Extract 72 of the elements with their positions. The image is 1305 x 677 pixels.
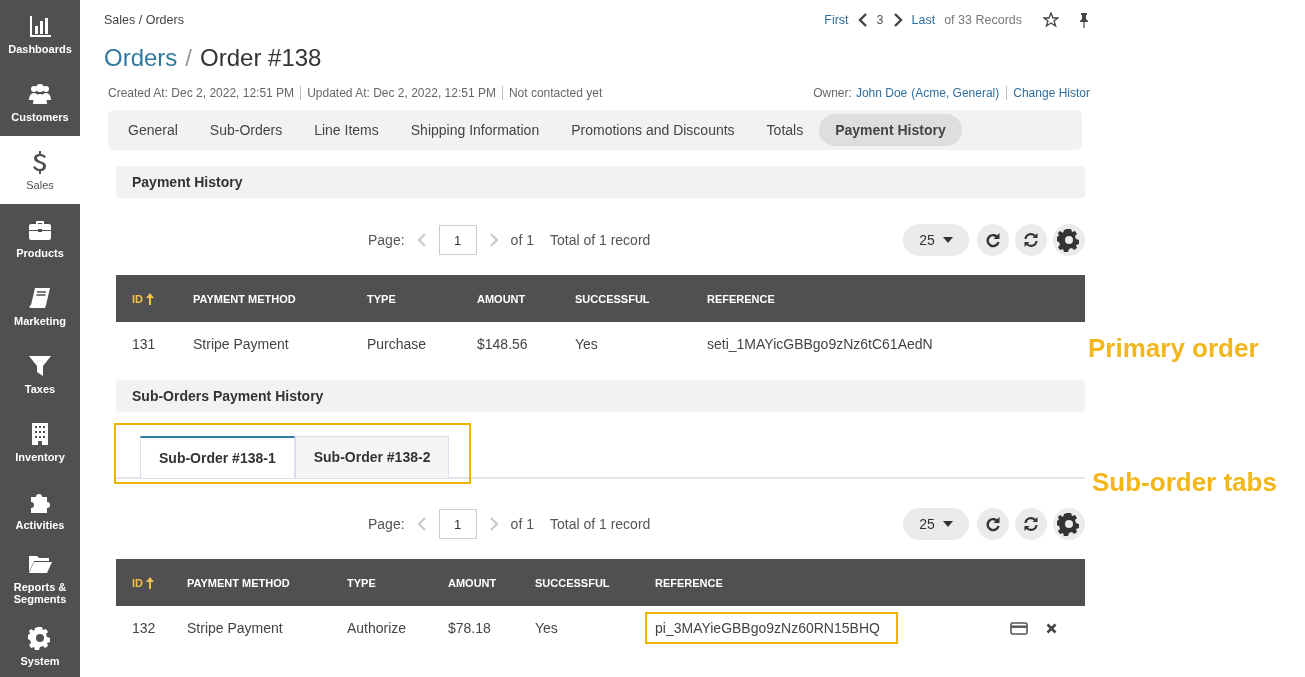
first-link[interactable]: First <box>824 13 849 27</box>
sidebar-item[interactable]: Inventory <box>0 408 80 476</box>
section-header: Payment History <box>116 166 1085 198</box>
sidebar-item[interactable]: Dashboards <box>0 0 80 68</box>
page-label: Page: <box>368 232 405 248</box>
table-cell-text: $78.18 <box>447 620 492 636</box>
table-cell-text: 132 <box>131 620 157 636</box>
orders-link[interactable]: Orders <box>104 44 178 72</box>
tab[interactable]: Shipping Information <box>394 114 556 146</box>
column-header[interactable]: TYPE <box>331 576 432 589</box>
column-header[interactable]: TYPE <box>351 292 461 305</box>
page-size-dropdown[interactable]: 25 <box>903 224 969 256</box>
meta-info: Updated At: Dec 2, 2022, 12:51 PM <box>300 86 496 100</box>
tab[interactable]: Sub-Orders <box>193 114 299 146</box>
record-total: Total of 1 record <box>549 516 651 532</box>
section-header: Sub-Orders Payment History <box>116 380 1085 412</box>
table-cell-text: Yes <box>574 336 599 352</box>
column-header[interactable]: ID <box>116 292 177 305</box>
page-input[interactable]: 1 <box>438 509 477 539</box>
owner-link[interactable]: John Doe <box>855 86 908 100</box>
sidebar-item[interactable]: Taxes <box>0 340 80 408</box>
tab[interactable]: Line Items <box>298 114 395 146</box>
sub-order-tab[interactable]: Sub-Order #138-1 <box>140 436 295 479</box>
sidebar-item[interactable]: Products <box>0 204 80 272</box>
sidebar-item[interactable]: Sales <box>0 136 80 204</box>
record-number: 3 <box>876 13 884 27</box>
column-header[interactable]: ID <box>116 576 171 589</box>
column-header[interactable]: SUCCESSFUL <box>519 576 639 589</box>
page-size-dropdown[interactable]: 25 <box>903 508 969 540</box>
table-cell-text: Yes <box>534 620 559 636</box>
page-count: of 1 <box>510 516 534 532</box>
organization-link[interactable]: (Acme, General) <box>911 86 1000 100</box>
sidebar-item[interactable]: Customers <box>0 68 80 136</box>
table-cell-text: 131 <box>131 336 157 352</box>
title-separator: / <box>185 44 193 72</box>
annotation-label: Primary order <box>1088 333 1259 364</box>
tab[interactable]: Totals <box>750 114 820 146</box>
table-cell-text: Stripe Payment <box>186 620 284 636</box>
column-header[interactable]: PAYMENT METHOD <box>177 292 351 305</box>
last-link[interactable]: Last <box>911 13 936 27</box>
table-cell-text: $148.56 <box>476 336 529 352</box>
table-cell-text: Stripe Payment <box>192 336 290 352</box>
page-label: Page: <box>368 516 405 532</box>
tab[interactable]: Payment History <box>819 114 962 146</box>
tab[interactable]: General <box>112 114 194 146</box>
table-cell-text: Purchase <box>366 336 428 352</box>
annotation-label: Sub-order tabs <box>1092 467 1277 498</box>
record-count: of 33 Records <box>944 13 1022 27</box>
meta-info: Not contacted yet <box>501 86 603 100</box>
sidebar-item[interactable]: Reports & Segments <box>0 544 80 612</box>
owner-label: Owner: <box>813 86 852 100</box>
page-count: of 1 <box>510 232 534 248</box>
column-header[interactable]: REFERENCE <box>691 292 1085 305</box>
sidebar-item[interactable]: System <box>0 612 80 677</box>
column-header[interactable]: REFERENCE <box>639 576 1085 589</box>
record-total: Total of 1 record <box>549 232 651 248</box>
sidebar-item[interactable]: Activities <box>0 476 80 544</box>
page-input[interactable]: 1 <box>438 225 477 255</box>
column-header[interactable]: AMOUNT <box>432 576 519 589</box>
table-cell-text: seti_1MAYicGBBgo9zNz6tC61AedN <box>706 336 934 352</box>
column-header[interactable]: SUCCESSFUL <box>559 292 691 305</box>
table-cell-text: Authorize <box>346 620 408 636</box>
tab[interactable]: Promotions and Discounts <box>555 114 751 146</box>
page-title: Order #138 <box>200 44 322 72</box>
column-header[interactable]: AMOUNT <box>461 292 559 305</box>
change-history-link[interactable]: Change Histor <box>1006 86 1090 100</box>
sidebar-item[interactable]: Marketing <box>0 272 80 340</box>
meta-info: Created At: Dec 2, 2022, 12:51 PM <box>108 86 295 100</box>
breadcrumb: Sales / Orders <box>104 13 184 27</box>
sub-order-tab[interactable]: Sub-Order #138-2 <box>294 436 450 479</box>
table-cell: pi_3MAYieGBBgo9zNz60RN15BHQ <box>647 614 896 642</box>
column-header[interactable]: PAYMENT METHOD <box>171 576 331 589</box>
